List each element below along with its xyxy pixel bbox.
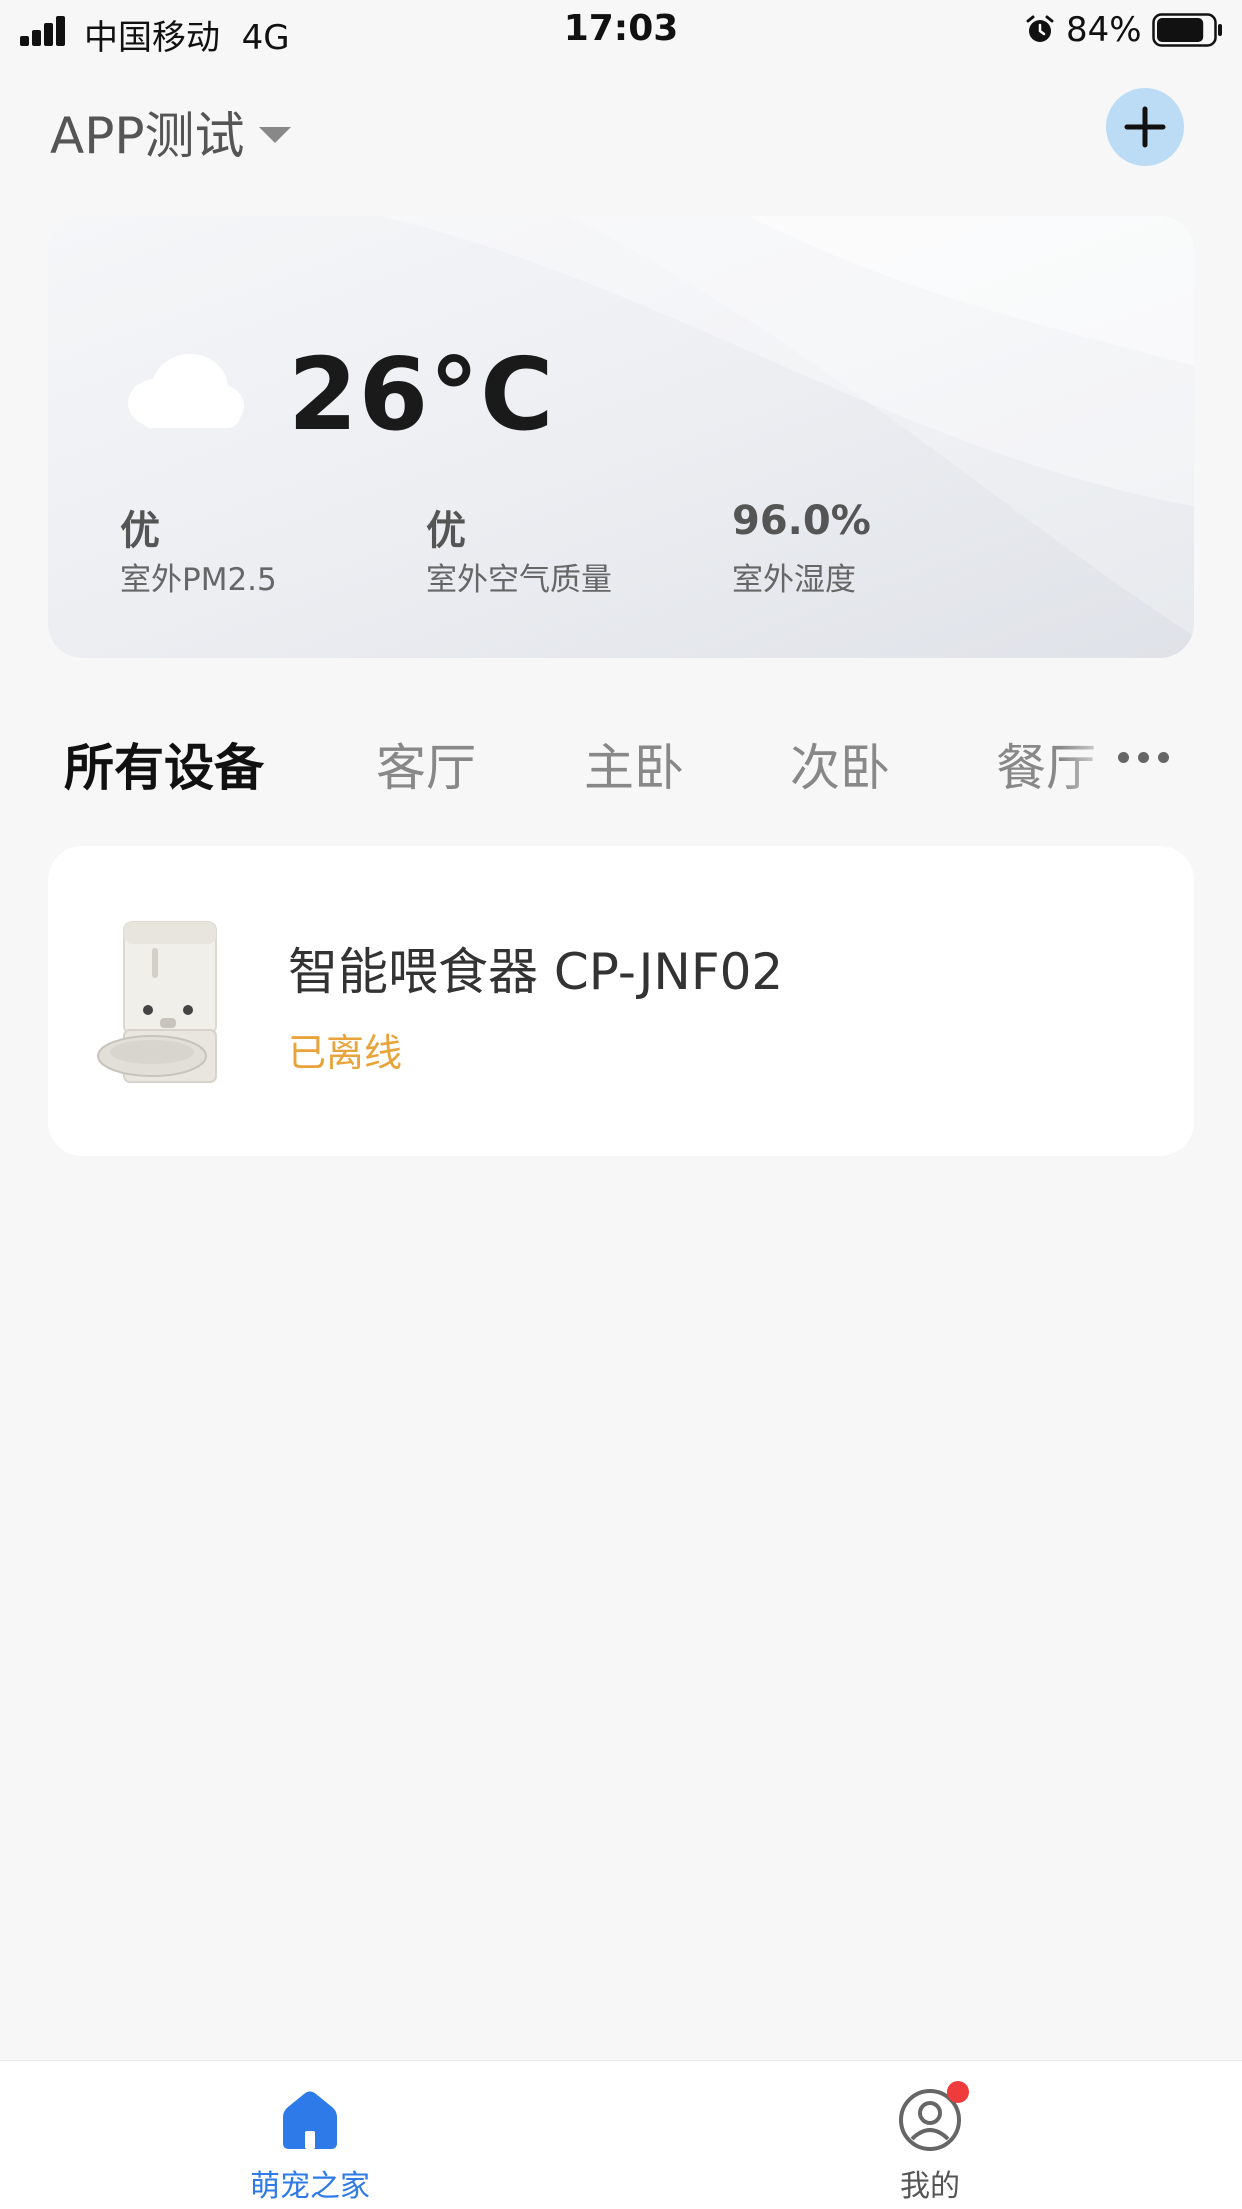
pet-feeder-image <box>97 921 217 1083</box>
home-name: APP测试 <box>50 107 245 165</box>
home-selector[interactable]: APP测试 <box>50 96 291 168</box>
cloud-icon <box>128 354 244 428</box>
tab-master-bedroom[interactable]: 主卧 <box>584 728 684 800</box>
battery-icon <box>1152 13 1222 47</box>
alarm-icon <box>1026 15 1054 42</box>
nav-mine[interactable]: 我的 <box>810 2081 1050 2205</box>
tab-living-room[interactable]: 客厅 <box>376 728 476 800</box>
pm25-value: 优 <box>120 508 160 554</box>
weather-card: 26°C 优 室外PM2.5 优 室外空气质量 96.0% 室外湿度 <box>48 216 1194 658</box>
add-device-button[interactable] <box>1106 88 1184 166</box>
device-card[interactable]: 智能喂食器 CP-JNF02 已离线 <box>48 846 1194 1156</box>
air-quality-value: 优 <box>426 508 466 554</box>
device-name: 智能喂食器 CP-JNF02 <box>288 943 784 1001</box>
profile-icon-wrapper <box>897 2081 969 2153</box>
more-dots-icon[interactable] <box>1118 752 1174 766</box>
plus-icon <box>1124 106 1166 148</box>
caret-down-icon <box>258 127 291 143</box>
humidity-stat: 96.0% 室外湿度 <box>732 498 871 599</box>
device-status-offline: 已离线 <box>288 1031 403 1075</box>
tab-all-devices[interactable]: 所有设备 <box>64 728 264 800</box>
battery-percentage: 84% <box>1066 10 1142 50</box>
nav-pet-home-label: 萌宠之家 <box>250 2169 370 2204</box>
humidity-value: 96.0% <box>732 498 871 544</box>
temperature-value: 26°C <box>288 336 555 453</box>
notification-badge <box>947 2081 969 2103</box>
room-tabs: 所有设备 客厅 主卧 次卧 餐厅 <box>0 720 1242 800</box>
air-quality-stat: 优 室外空气质量 <box>426 498 612 599</box>
status-bar: 中国移动 4G 17:03 84% <box>0 0 1242 62</box>
pm25-label: 室外PM2.5 <box>120 562 277 598</box>
nav-mine-label: 我的 <box>900 2169 960 2204</box>
pm25-stat: 优 室外PM2.5 <box>120 498 277 599</box>
air-quality-label: 室外空气质量 <box>426 562 612 598</box>
tab-fade-overlay <box>1060 720 1120 800</box>
nav-pet-home[interactable]: 萌宠之家 <box>190 2087 430 2205</box>
humidity-label: 室外湿度 <box>732 562 856 598</box>
home-icon <box>283 2091 337 2149</box>
bottom-navigation: 萌宠之家 我的 <box>0 2060 1242 2209</box>
tab-second-bedroom[interactable]: 次卧 <box>790 728 890 800</box>
